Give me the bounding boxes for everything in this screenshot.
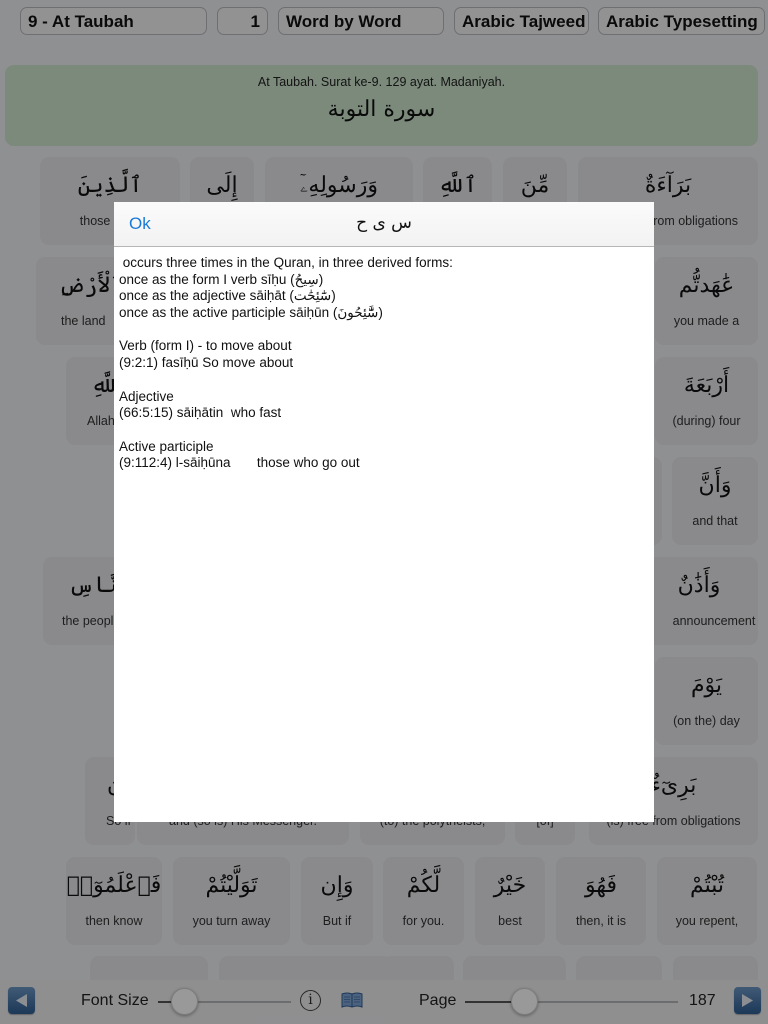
popover-line: (66:5:15) sāiḥātin who fast — [119, 405, 282, 421]
quran-app: 9 - At Taubah 1 Word by Word Arabic Tajw… — [0, 0, 768, 1024]
popover-blank-line — [119, 372, 649, 389]
popover-line: (9:112:4) l-sāiḥūna those who go out — [119, 455, 360, 471]
popover-line: Adjective — [119, 388, 174, 404]
popover-line: once as the form I verb sīḥu (سِيحُ) — [119, 271, 324, 287]
popover-blank-line — [119, 322, 649, 339]
popover-line: (9:2:1) fasīḥū So move about — [119, 355, 294, 371]
popover-line: occurs three times in the Quran, in thre… — [119, 255, 453, 270]
root-detail-popover: Ok س ى ح occurs three times in the Quran… — [114, 202, 654, 822]
popover-line: once as the active participle sāiḥūn (سَ… — [119, 305, 383, 321]
root-occurrences-text: occurs three times in the Quran, in thre… — [119, 255, 649, 472]
popover-blank-line — [119, 422, 649, 439]
popover-header: Ok س ى ح — [114, 202, 654, 247]
popover-line: once as the adjective sāiḥāt (سَٰٓئِحَٰت… — [119, 288, 336, 304]
root-title: س ى ح — [356, 213, 412, 233]
popover-line: Active participle — [119, 438, 214, 454]
popover-line: Verb (form I) - to move about — [119, 338, 292, 354]
